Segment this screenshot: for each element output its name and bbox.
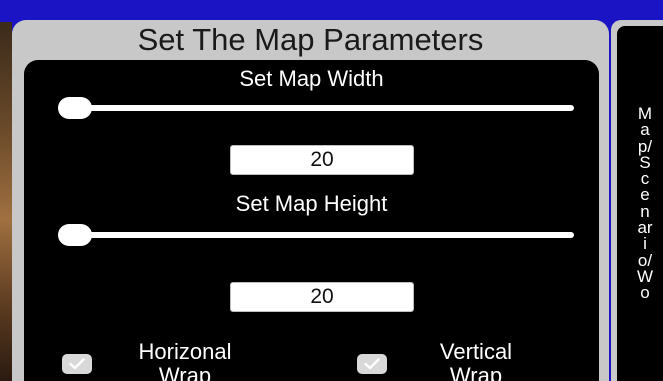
- horizontal-wrap-label-line1: Horizonal: [138, 339, 232, 364]
- map-parameters-panel: Set The Map Parameters Set Map Width Set…: [12, 20, 609, 381]
- side-tab-label: Map/Scenario/Wo: [637, 104, 654, 303]
- map-scenario-side-tab[interactable]: Map/Scenario/Wo: [611, 20, 663, 381]
- vertical-wrap-label-line2: Wrap: [449, 363, 503, 381]
- map-width-input[interactable]: [230, 145, 414, 175]
- app-window: Set The Map Parameters Set Map Width Set…: [0, 0, 663, 381]
- horizontal-wrap-label-line2: Wrap: [158, 363, 212, 381]
- background-map-strip: [0, 22, 12, 381]
- slider-thumb[interactable]: [58, 97, 92, 119]
- vertical-wrap-label[interactable]: Vertical Wrap: [406, 340, 546, 381]
- checkmark-icon: [69, 358, 85, 370]
- map-height-slider[interactable]: [58, 224, 574, 246]
- horizontal-wrap-label[interactable]: Horizonal Wrap: [120, 340, 250, 381]
- side-tab-body[interactable]: Map/Scenario/Wo: [617, 26, 663, 381]
- map-height-label: Set Map Height: [235, 191, 388, 216]
- slider-track[interactable]: [60, 232, 574, 238]
- panel-body: Set Map Width Set Map Height Horizonal: [24, 60, 599, 381]
- slider-thumb[interactable]: [58, 224, 92, 246]
- panel-title: Set The Map Parameters: [137, 22, 484, 57]
- horizontal-wrap-checkbox[interactable]: [62, 354, 92, 374]
- map-width-slider[interactable]: [58, 97, 574, 119]
- vertical-wrap-checkbox[interactable]: [357, 354, 387, 374]
- map-width-label: Set Map Width: [239, 66, 384, 91]
- slider-track[interactable]: [60, 105, 574, 111]
- map-height-input[interactable]: [230, 282, 414, 312]
- vertical-wrap-label-line1: Vertical: [439, 339, 513, 364]
- checkmark-icon: [364, 358, 380, 370]
